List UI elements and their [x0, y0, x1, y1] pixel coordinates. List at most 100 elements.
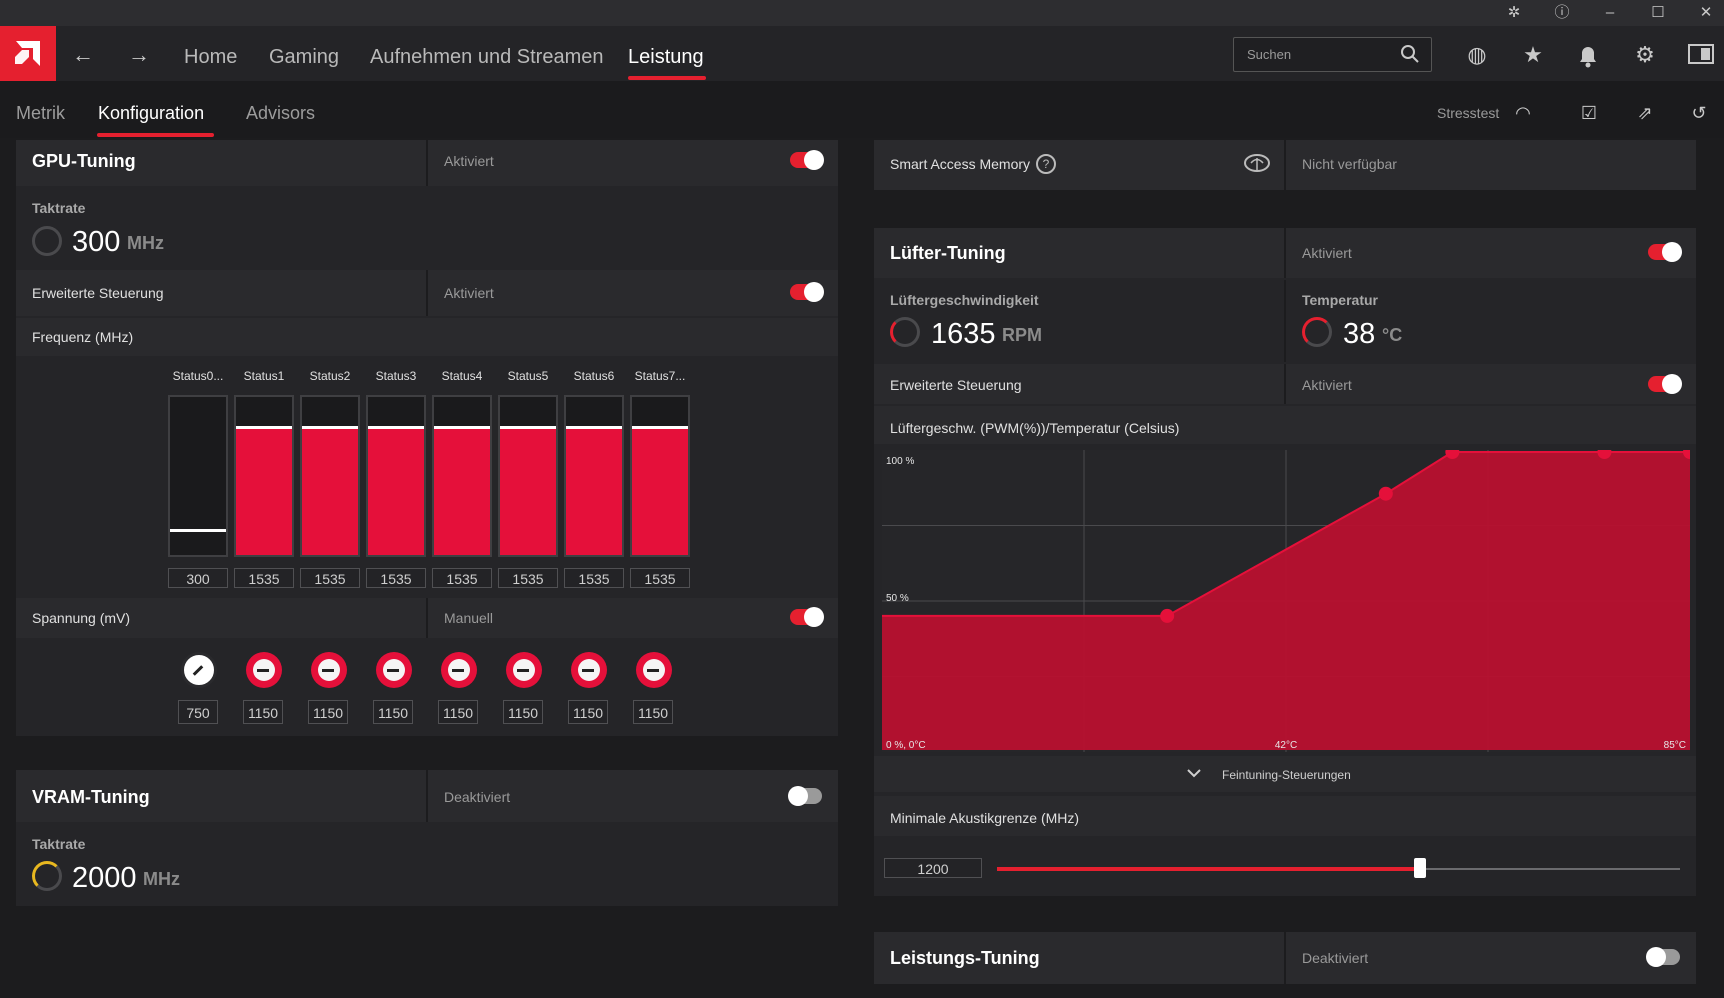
- y-tick-label: 100 %: [886, 456, 914, 467]
- frequency-value-input[interactable]: 1535: [630, 568, 690, 588]
- voltage-value-input[interactable]: 1150: [243, 700, 283, 724]
- fan-advanced-toggle[interactable]: [1648, 374, 1682, 394]
- subtab-metrics[interactable]: Metrik: [16, 103, 65, 124]
- forward-arrow-icon[interactable]: →: [124, 40, 154, 70]
- nav-tab-performance[interactable]: Leistung: [628, 46, 704, 69]
- gpu-advanced-toggle[interactable]: [790, 282, 824, 302]
- sidebar-toggle-icon[interactable]: [1688, 44, 1714, 66]
- temperature-gauge-icon: [1302, 317, 1332, 347]
- frequency-bar-handle[interactable]: [302, 426, 358, 429]
- chevron-down-icon[interactable]: [1186, 766, 1202, 778]
- sam-label: Smart Access Memory: [890, 156, 1031, 172]
- performance-tuning-toggle[interactable]: [1646, 947, 1680, 967]
- voltage-knob[interactable]: [636, 652, 672, 688]
- fan-tuning-toggle[interactable]: [1648, 242, 1682, 262]
- gpu-clock-unit: MHz: [127, 233, 164, 253]
- frequency-bar[interactable]: [366, 395, 426, 557]
- gpu-tuning-status: Aktiviert: [444, 153, 494, 169]
- voltage-label: Spannung (mV): [32, 610, 131, 626]
- gpu-advanced-label: Erweiterte Steuerung: [32, 285, 164, 301]
- voltage-knob[interactable]: [441, 652, 477, 688]
- fine-tuning-label[interactable]: Feintuning-Steuerungen: [1222, 768, 1351, 782]
- voltage-value-input[interactable]: 1150: [373, 700, 413, 724]
- min-acoustic-input[interactable]: 1200: [884, 858, 982, 878]
- fan-curve-point[interactable]: [1378, 486, 1393, 501]
- vram-clock-gauge-icon: [32, 861, 62, 891]
- vram-tuning-status: Deaktiviert: [444, 789, 511, 805]
- frequency-bar[interactable]: [498, 395, 558, 557]
- divider: [426, 270, 428, 316]
- frequency-value-input[interactable]: 1535: [498, 568, 558, 588]
- speedometer-icon[interactable]: ◠: [1510, 100, 1536, 126]
- frequency-value-input[interactable]: 1535: [432, 568, 492, 588]
- fan-curve-label: Lüftergeschw. (PWM(%))/Temperatur (Celsi…: [890, 420, 1180, 436]
- voltage-knob[interactable]: [311, 652, 347, 688]
- help-icon[interactable]: ?: [1036, 154, 1056, 174]
- divider: [426, 140, 428, 186]
- frequency-bar[interactable]: [234, 395, 294, 557]
- gpu-tuning-toggle[interactable]: [790, 150, 824, 170]
- active-tab-indicator: [628, 76, 706, 80]
- voltage-knob[interactable]: [181, 652, 217, 688]
- fan-curve-point[interactable]: [1160, 608, 1175, 623]
- help-icon[interactable]: ⓘ: [1548, 2, 1576, 24]
- reset-icon[interactable]: ↺: [1686, 100, 1712, 126]
- maximize-button[interactable]: ☐: [1644, 2, 1672, 24]
- subtab-configuration[interactable]: Konfiguration: [98, 103, 204, 124]
- frequency-value-input[interactable]: 1535: [366, 568, 426, 588]
- nav-tab-home[interactable]: Home: [184, 46, 237, 69]
- fan-curve-chart[interactable]: 100 % 50 % 0 %, 0°C 42°C 85°C: [882, 450, 1690, 752]
- frequency-bar[interactable]: [564, 395, 624, 557]
- frequency-bar-handle[interactable]: [632, 426, 688, 429]
- back-arrow-icon[interactable]: ←: [68, 40, 98, 70]
- frequency-bar-handle[interactable]: [566, 426, 622, 429]
- sam-status: Nicht verfügbar: [1302, 156, 1397, 172]
- stress-test-label[interactable]: Stresstest: [1437, 105, 1499, 121]
- voltage-value-input[interactable]: 750: [178, 700, 218, 724]
- star-icon[interactable]: ★: [1518, 40, 1548, 70]
- voltage-value-input[interactable]: 1150: [633, 700, 673, 724]
- bell-icon[interactable]: [1574, 42, 1602, 70]
- frequency-bar-handle[interactable]: [236, 426, 292, 429]
- amd-logo[interactable]: [0, 26, 56, 81]
- voltage-value-input[interactable]: 1150: [438, 700, 478, 724]
- export-icon[interactable]: ⇗: [1632, 100, 1658, 126]
- save-profile-icon[interactable]: ☑: [1576, 100, 1602, 126]
- frequency-bar[interactable]: [300, 395, 360, 557]
- frequency-bar[interactable]: [168, 395, 228, 557]
- frequency-bar[interactable]: [432, 395, 492, 557]
- nav-tab-recording[interactable]: Aufnehmen und Streamen: [370, 46, 604, 69]
- globe-icon[interactable]: ◍: [1462, 40, 1492, 70]
- voltage-knob[interactable]: [506, 652, 542, 688]
- gear-icon[interactable]: ⚙: [1630, 40, 1660, 70]
- divider: [1284, 364, 1286, 404]
- voltage-value-input[interactable]: 1150: [568, 700, 608, 724]
- search-placeholder: Suchen: [1247, 47, 1292, 62]
- frequency-value-input[interactable]: 1535: [234, 568, 294, 588]
- frequency-bar[interactable]: [630, 395, 690, 557]
- nav-tab-gaming[interactable]: Gaming: [269, 46, 339, 69]
- frequency-value-input[interactable]: 1535: [564, 568, 624, 588]
- brain-icon: [1242, 152, 1272, 176]
- voltage-value-input[interactable]: 1150: [308, 700, 348, 724]
- voltage-knob[interactable]: [376, 652, 412, 688]
- minimize-button[interactable]: –: [1596, 2, 1624, 24]
- frequency-bar-handle[interactable]: [170, 529, 226, 532]
- frequency-bar-handle[interactable]: [434, 426, 490, 429]
- min-acoustic-slider-thumb[interactable]: [1414, 858, 1426, 878]
- close-button[interactable]: ✕: [1692, 2, 1720, 24]
- voltage-knob[interactable]: [246, 652, 282, 688]
- subtab-advisors[interactable]: Advisors: [246, 103, 315, 124]
- voltage-toggle[interactable]: [790, 607, 824, 627]
- voltage-value-input[interactable]: 1150: [503, 700, 543, 724]
- vram-tuning-toggle[interactable]: [788, 786, 822, 806]
- frequency-bar-handle[interactable]: [500, 426, 556, 429]
- frequency-bar-fill: [302, 427, 358, 555]
- voltage-knob[interactable]: [571, 652, 607, 688]
- bug-report-icon[interactable]: ✲: [1500, 2, 1528, 24]
- frequency-bar-handle[interactable]: [368, 426, 424, 429]
- gpu-clock-gauge-icon: [32, 226, 62, 256]
- frequency-value-input[interactable]: 300: [168, 568, 228, 588]
- search-icon[interactable]: [1400, 44, 1420, 64]
- frequency-value-input[interactable]: 1535: [300, 568, 360, 588]
